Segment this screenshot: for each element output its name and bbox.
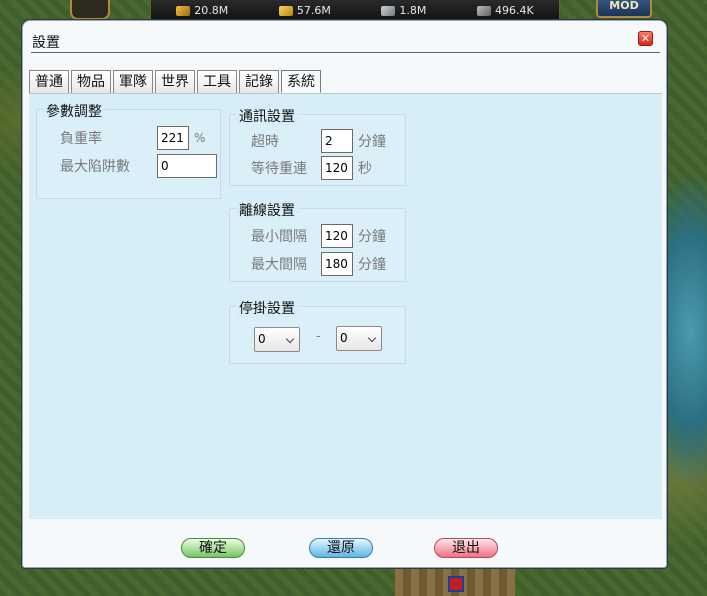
wheat-icon bbox=[278, 5, 293, 16]
load-rate-label: 負重率 bbox=[60, 131, 102, 147]
resource-wood-value: 496.4K bbox=[494, 4, 534, 17]
load-rate-row: 負重率 % bbox=[60, 126, 205, 150]
min-interval-label: 最小間隔 bbox=[251, 229, 307, 245]
system-settings-panel: 參數調整 負重率 % 最大陷阱數 通訊設置 超時 分鐘 等待重連 秒 bbox=[29, 93, 662, 519]
resource-gold: 20.8M bbox=[176, 4, 228, 17]
timeout-row: 超時 分鐘 bbox=[251, 129, 386, 153]
max-interval-label: 最大間隔 bbox=[251, 257, 307, 273]
mod-button[interactable]: MOD bbox=[596, 0, 652, 18]
max-traps-input[interactable] bbox=[157, 154, 217, 178]
resource-bar: 20.8M 57.6M 1.8M 496.4K bbox=[150, 0, 560, 22]
pause-end-select[interactable]: 0 bbox=[336, 326, 382, 351]
restore-button[interactable]: 還原 bbox=[309, 538, 373, 558]
tab-log[interactable]: 記錄 bbox=[239, 70, 279, 93]
tab-general[interactable]: 普通 bbox=[29, 70, 69, 93]
confirm-button[interactable]: 確定 bbox=[181, 538, 245, 558]
tab-tools[interactable]: 工具 bbox=[197, 70, 237, 93]
chevron-down-icon bbox=[285, 334, 295, 344]
comm-legend: 通訊設置 bbox=[236, 106, 298, 126]
pause-start-value: 0 bbox=[258, 332, 266, 346]
flag-icon bbox=[448, 576, 464, 592]
params-legend: 參數調整 bbox=[43, 101, 105, 121]
timeout-unit: 分鐘 bbox=[358, 134, 386, 150]
offline-group: 離線設置 最小間隔 分鐘 最大間隔 分鐘 bbox=[229, 200, 406, 282]
max-traps-row: 最大陷阱數 bbox=[60, 154, 217, 178]
pause-group: 停掛設置 0 - 0 bbox=[229, 298, 406, 364]
resource-iron: 1.8M bbox=[381, 4, 426, 17]
tab-strip: 普通 物品 軍隊 世界 工具 記錄 系統 bbox=[29, 70, 321, 93]
chevron-down-icon bbox=[367, 333, 377, 343]
title-divider bbox=[31, 52, 660, 53]
tab-system[interactable]: 系統 bbox=[281, 70, 321, 93]
resource-food: 57.6M bbox=[278, 4, 331, 17]
resource-gold-value: 20.8M bbox=[194, 4, 229, 17]
wood-icon bbox=[476, 5, 491, 16]
tab-army[interactable]: 軍隊 bbox=[113, 70, 153, 93]
gold-icon bbox=[176, 5, 191, 16]
offline-legend: 離線設置 bbox=[236, 200, 298, 220]
pause-end-value: 0 bbox=[340, 331, 348, 345]
exit-button[interactable]: 退出 bbox=[434, 538, 498, 558]
resource-wood: 496.4K bbox=[476, 4, 534, 17]
tab-world[interactable]: 世界 bbox=[155, 70, 195, 93]
params-group: 參數調整 負重率 % 最大陷阱數 bbox=[36, 101, 221, 199]
pause-start-select[interactable]: 0 bbox=[254, 327, 300, 352]
pause-legend: 停掛設置 bbox=[236, 298, 298, 318]
max-traps-label: 最大陷阱數 bbox=[60, 159, 130, 175]
min-interval-row: 最小間隔 分鐘 bbox=[251, 224, 386, 248]
dialog-title: 設置 bbox=[32, 35, 60, 51]
max-interval-input[interactable] bbox=[321, 252, 353, 276]
timeout-label: 超時 bbox=[251, 134, 279, 150]
emblem-icon bbox=[70, 0, 110, 20]
pause-separator: - bbox=[316, 329, 321, 344]
max-interval-unit: 分鐘 bbox=[358, 257, 386, 273]
reconnect-input[interactable] bbox=[321, 156, 353, 180]
min-interval-unit: 分鐘 bbox=[358, 229, 386, 245]
close-icon: ✕ bbox=[640, 32, 651, 45]
min-interval-input[interactable] bbox=[321, 224, 353, 248]
timeout-input[interactable] bbox=[321, 129, 353, 153]
load-rate-unit: % bbox=[194, 131, 206, 145]
settings-dialog: 設置 ✕ 普通 物品 軍隊 世界 工具 記錄 系統 參數調整 負重率 % 最大陷… bbox=[22, 20, 667, 568]
reconnect-row: 等待重連 秒 bbox=[251, 156, 372, 180]
resource-iron-value: 1.8M bbox=[399, 4, 427, 17]
reconnect-unit: 秒 bbox=[358, 161, 372, 177]
iron-icon bbox=[381, 5, 396, 16]
max-interval-row: 最大間隔 分鐘 bbox=[251, 252, 386, 276]
close-button[interactable]: ✕ bbox=[638, 31, 653, 46]
load-rate-input[interactable] bbox=[157, 126, 189, 150]
resource-food-value: 57.6M bbox=[296, 4, 331, 17]
tab-items[interactable]: 物品 bbox=[71, 70, 111, 93]
comm-group: 通訊設置 超時 分鐘 等待重連 秒 bbox=[229, 106, 406, 186]
reconnect-label: 等待重連 bbox=[251, 161, 307, 177]
